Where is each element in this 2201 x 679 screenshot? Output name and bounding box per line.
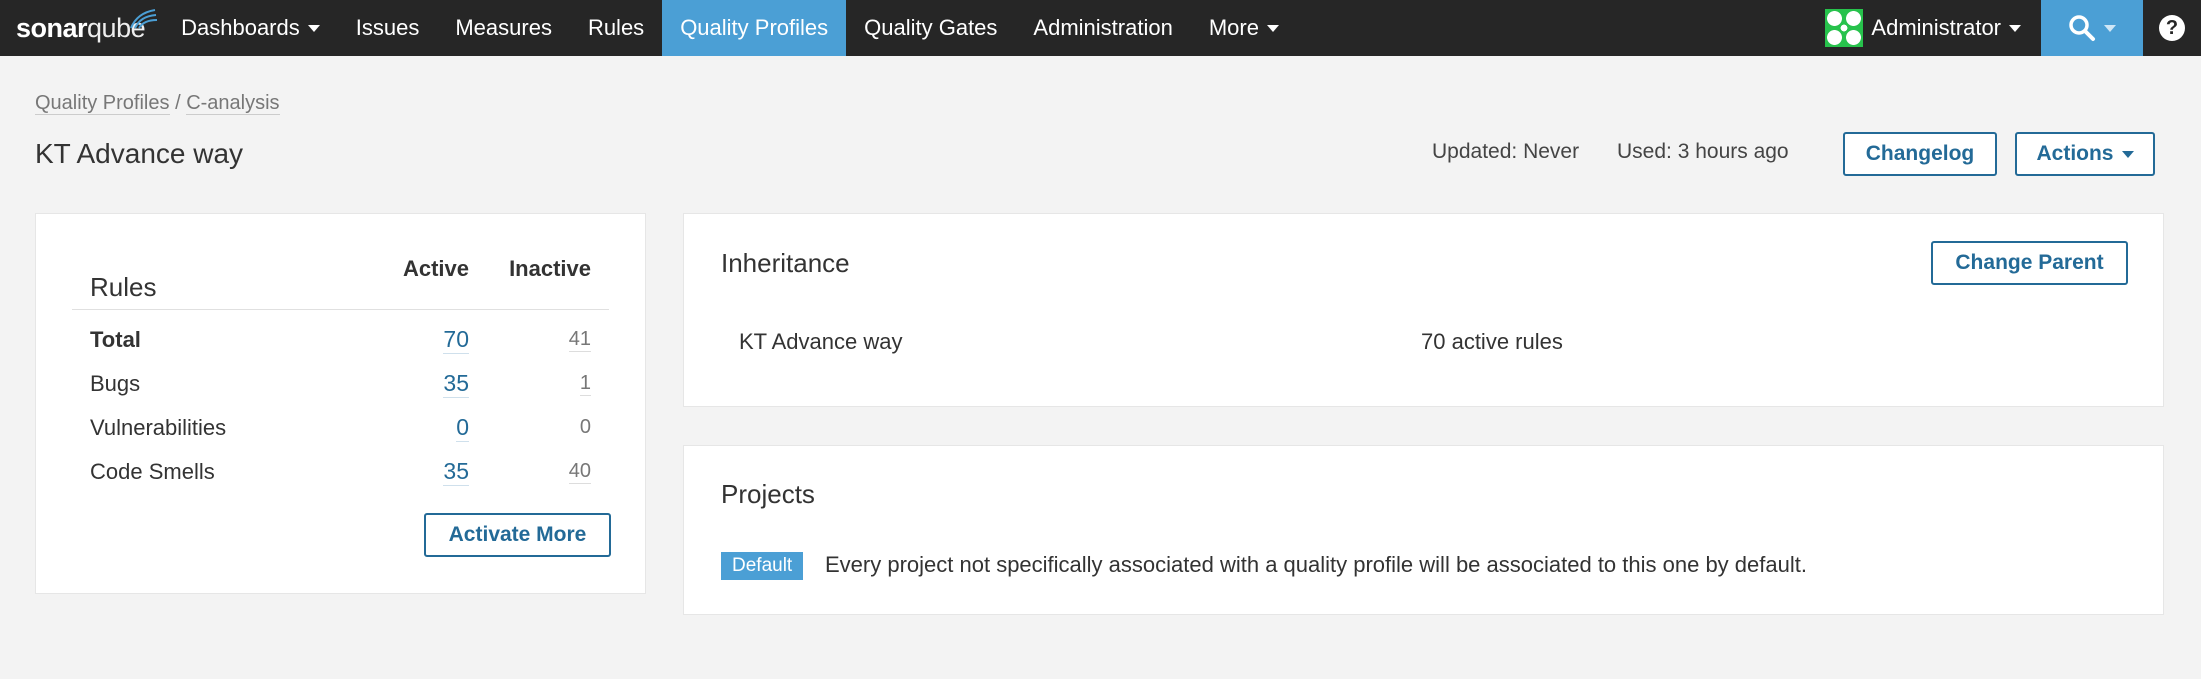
nav-quality-gates-label: Quality Gates (864, 15, 998, 40)
table-row: Code Smells 35 40 (72, 446, 609, 490)
nav-quality-gates[interactable]: Quality Gates (846, 0, 1015, 56)
nav-measures-label: Measures (455, 15, 552, 40)
rule-type-label: Vulnerabilities (90, 415, 227, 440)
nav-issues[interactable]: Issues (338, 0, 438, 56)
nav-rules-label: Rules (587, 15, 645, 40)
inactive-count-link[interactable]: 40 (568, 460, 591, 484)
active-count-link[interactable]: 35 (443, 370, 469, 398)
nav-quality-profiles-label: Quality Profiles (680, 15, 829, 40)
rules-table-header: Rules Active Inactive (72, 240, 609, 310)
rules-title: Rules (90, 272, 157, 302)
chevron-down-icon (2121, 150, 2134, 158)
help-icon: ? (2159, 15, 2185, 41)
nav-quality-profiles[interactable]: Quality Profiles (662, 0, 847, 56)
nav-rules[interactable]: Rules (570, 0, 662, 56)
rules-table: Rules Active Inactive Total 70 41 Bugs 3… (72, 240, 609, 490)
search-icon (2069, 15, 2095, 41)
page-title: KT Advance way (35, 138, 244, 169)
default-profile-description: Every project not specifically associate… (825, 552, 1807, 577)
column-header-inactive: Inactive (509, 256, 591, 281)
nav-more-label: More (1208, 15, 1259, 40)
avatar (1825, 9, 1864, 47)
sonarqube-logo[interactable]: sonar qube (0, 0, 163, 56)
default-badge: Default (721, 552, 804, 580)
top-navigation-bar: sonar qube Dashboards Issues Measures Rul… (0, 0, 2201, 56)
inheritance-profile-name: KT Advance way (739, 329, 903, 354)
actions-button[interactable]: Actions (2015, 132, 2155, 176)
chevron-down-icon (1266, 24, 1279, 32)
search-button[interactable] (2041, 0, 2143, 56)
change-parent-button[interactable]: Change Parent (1931, 241, 2128, 285)
nav-measures[interactable]: Measures (437, 0, 570, 56)
changelog-button-label: Changelog (1865, 142, 1975, 165)
logo-waves-icon (130, 9, 158, 29)
projects-card: Projects Default Every project not speci… (683, 445, 2164, 615)
table-row: Total 70 41 (72, 314, 609, 358)
help-button[interactable]: ? (2143, 0, 2201, 56)
nav-issues-label: Issues (355, 15, 420, 40)
chevron-down-icon (2009, 24, 2021, 32)
rule-type-label: Code Smells (90, 459, 215, 484)
active-count-link[interactable]: 0 (456, 414, 469, 442)
inactive-count-link[interactable]: 41 (568, 328, 591, 352)
logo-text-sonar: sonar (16, 12, 88, 43)
actions-button-label: Actions (2036, 142, 2114, 165)
breadcrumb: Quality Profiles / C-analysis (35, 92, 280, 115)
inheritance-title: Inheritance (721, 248, 850, 278)
table-row: Bugs 35 1 (72, 358, 609, 402)
column-header-active: Active (402, 256, 469, 281)
table-row: Vulnerabilities 0 0 (72, 402, 609, 446)
nav-administration[interactable]: Administration (1015, 0, 1190, 56)
user-name: Administrator (1871, 15, 2001, 40)
used-date: Used: 3 hours ago (1617, 140, 1789, 163)
change-parent-button-label: Change Parent (1955, 251, 2104, 274)
inactive-count: 0 (579, 416, 591, 438)
activate-more-button[interactable]: Activate More (424, 513, 611, 557)
chevron-down-icon (2104, 24, 2116, 32)
activate-more-button-label: Activate More (448, 523, 587, 546)
breadcrumb-separator: / (175, 92, 181, 114)
inactive-count-link[interactable]: 1 (579, 372, 591, 396)
user-menu[interactable]: Administrator (1825, 0, 2041, 56)
updated-date: Updated: Never (1432, 140, 1580, 163)
active-count-link[interactable]: 70 (443, 326, 469, 354)
rule-type-label: Bugs (90, 371, 141, 396)
nav-dashboards[interactable]: Dashboards (163, 0, 338, 56)
nav-dashboards-label: Dashboards (181, 15, 300, 40)
breadcrumb-language-link[interactable]: C-analysis (186, 92, 280, 115)
nav-administration-label: Administration (1033, 15, 1173, 40)
rules-card: Rules Active Inactive Total 70 41 Bugs 3… (35, 213, 646, 594)
active-count-link[interactable]: 35 (443, 458, 469, 486)
nav-more[interactable]: More (1191, 0, 1297, 56)
inheritance-active-rules: 70 active rules (1421, 329, 1563, 354)
rule-type-label: Total (90, 327, 141, 352)
chevron-down-icon (307, 24, 320, 32)
projects-title: Projects (721, 479, 815, 509)
breadcrumb-quality-profiles-link[interactable]: Quality Profiles (35, 92, 170, 115)
changelog-button[interactable]: Changelog (1843, 132, 1997, 176)
inheritance-card: Inheritance Change Parent KT Advance way… (683, 213, 2164, 407)
